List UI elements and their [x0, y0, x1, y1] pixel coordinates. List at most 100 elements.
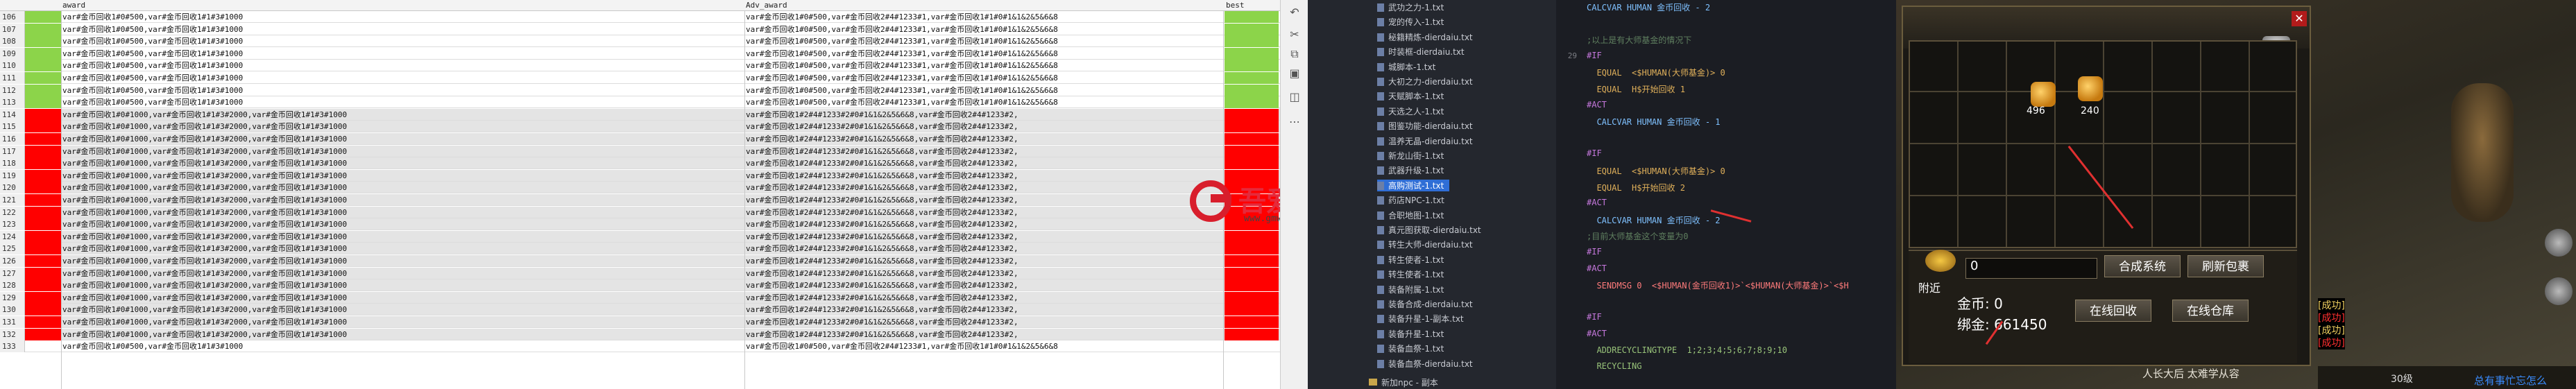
file-item[interactable]: 装备合成-dierdaiu.txt [1377, 298, 1473, 310]
table-row[interactable]: 130 var#金币回收1#0#1000,var#金币回收1#1#3#2000,v… [0, 304, 1280, 316]
code-line[interactable]: #ACT [1587, 100, 1607, 110]
row-number[interactable]: 113 [0, 96, 25, 109]
code-line[interactable]: ADDRECYCLINGTYPE 1;2;3;4;5;6;7;8;9;10 [1587, 345, 1787, 355]
best-cell[interactable] [1225, 72, 1279, 84]
code-line[interactable]: #IF [1587, 247, 1602, 257]
table-row[interactable]: 126 var#金币回收1#0#1000,var#金币回收1#1#3#2000,v… [0, 255, 1280, 267]
file-item[interactable]: 高购测试-1.txt [1377, 179, 1450, 191]
file-item[interactable]: 天赋脚本-1.txt [1377, 90, 1444, 102]
undo-icon[interactable]: ↶ [1288, 6, 1302, 19]
status-cell[interactable] [25, 72, 61, 84]
file-item[interactable]: 装备升星-1-副本.txt [1377, 313, 1464, 325]
table-row[interactable]: 121 var#金币回收1#0#1000,var#金币回收1#1#3#2000,v… [0, 194, 1280, 206]
format-icon[interactable]: ◫ [1288, 90, 1302, 104]
best-cell[interactable] [1225, 133, 1279, 145]
row-number[interactable]: 128 [0, 279, 25, 292]
best-cell[interactable] [1225, 328, 1279, 340]
table-row[interactable]: 115 var#金币回收1#0#1000,var#金币回收1#1#3#2000,v… [0, 121, 1280, 133]
best-cell[interactable] [1225, 121, 1279, 133]
adv-award-cell[interactable]: var#金币回收1#0#500,var#金币回收2#4#1233#1,var#金… [746, 48, 1058, 60]
table-row[interactable]: 132 var#金币回收1#0#1000,var#金币回收1#1#3#2000,v… [0, 328, 1280, 340]
code-line[interactable]: #ACT [1587, 198, 1607, 207]
table-row[interactable]: 119 var#金币回收1#0#1000,var#金币回收1#1#3#2000,v… [0, 169, 1280, 182]
row-number[interactable]: 132 [0, 328, 25, 340]
award-cell[interactable]: var#金币回收1#0#500,var#金币回收1#1#3#1000 [62, 85, 243, 96]
row-number[interactable]: 106 [0, 11, 25, 23]
status-cell[interactable] [25, 11, 61, 23]
code-line[interactable]: #ACT [1587, 329, 1607, 338]
file-item[interactable]: 武功之力-1.txt [1377, 1, 1444, 13]
adv-award-cell[interactable]: var#金币回收1#2#4#1233#2#0#1&1&2&5&6&8,var#金… [746, 329, 1018, 340]
folder-item[interactable]: 新加npc - 副本 [1369, 377, 1438, 388]
table-row[interactable]: 107 var#金币回收1#0#500,var#金币回收1#1#3#1000 var… [0, 23, 1280, 35]
adv-award-cell[interactable]: var#金币回收1#0#500,var#金币回收2#4#1233#1,var#金… [746, 340, 1058, 352]
award-cell[interactable]: var#金币回收1#0#1000,var#金币回收1#1#3#2000,var#… [62, 194, 347, 206]
code-line[interactable]: CALCVAR HUMAN 金币回收 - 1 [1587, 116, 1720, 128]
award-cell[interactable]: var#金币回收1#0#500,var#金币回收1#1#3#1000 [62, 72, 243, 84]
status-cell[interactable] [25, 47, 61, 60]
status-cell[interactable] [25, 121, 61, 133]
file-item[interactable]: 天选之人-1.txt [1377, 105, 1444, 117]
award-cell[interactable]: var#金币回收1#0#1000,var#金币回收1#1#3#2000,var#… [62, 268, 347, 279]
table-row[interactable]: 110 var#金币回收1#0#500,var#金币回收1#1#3#1000 var… [0, 60, 1280, 72]
code-line[interactable]: EQUAL H$开始回收 2 [1587, 182, 1684, 193]
adv-award-cell[interactable]: var#金币回收1#0#500,var#金币回收2#4#1233#1,var#金… [746, 72, 1058, 84]
file-item[interactable]: 药店NPC-1.txt [1377, 194, 1444, 206]
code-line[interactable]: #IF [1587, 51, 1602, 60]
best-cell[interactable] [1225, 47, 1279, 60]
status-cell[interactable] [25, 96, 61, 109]
store-online-button[interactable]: 在线仓库 [2172, 300, 2249, 322]
code-line[interactable]: #IF [1587, 312, 1602, 322]
status-cell[interactable] [25, 145, 61, 157]
row-number[interactable]: 122 [0, 206, 25, 218]
best-cell[interactable] [1225, 108, 1279, 121]
cut-icon[interactable]: ✂ [1288, 28, 1302, 42]
adv-award-cell[interactable]: var#金币回收1#2#4#1233#2#0#1&1&2&5&6&8,var#金… [746, 304, 1018, 315]
award-cell[interactable]: var#金币回收1#0#1000,var#金币回收1#1#3#2000,var#… [62, 109, 347, 121]
adv-award-cell[interactable]: var#金币回收1#0#500,var#金币回收2#4#1233#1,var#金… [746, 24, 1058, 35]
award-cell[interactable]: var#金币回收1#0#1000,var#金币回收1#1#3#2000,var#… [62, 146, 347, 157]
code-line[interactable]: EQUAL <$HUMAN(大师基金)> 0 [1587, 165, 1725, 177]
copy-icon[interactable]: ⧉ [1288, 47, 1302, 61]
award-cell[interactable]: var#金币回收1#0#500,var#金币回收1#1#3#1000 [62, 48, 243, 60]
spreadsheet[interactable]: award Adv_award best 106 var#金币回收1#0#500,… [0, 0, 1280, 389]
award-cell[interactable]: var#金币回收1#0#1000,var#金币回收1#1#3#2000,var#… [62, 121, 347, 132]
award-cell[interactable]: var#金币回收1#0#1000,var#金币回收1#1#3#2000,var#… [62, 207, 347, 218]
best-cell[interactable] [1225, 291, 1279, 304]
award-cell[interactable]: var#金币回收1#0#1000,var#金币回收1#1#3#2000,var#… [62, 304, 347, 315]
award-cell[interactable]: var#金币回收1#0#1000,var#金币回收1#1#3#2000,var#… [62, 157, 347, 169]
award-cell[interactable]: var#金币回收1#0#1000,var#金币回收1#1#3#2000,var#… [62, 279, 347, 291]
status-cell[interactable] [25, 60, 61, 72]
row-number[interactable]: 115 [0, 121, 25, 133]
row-number[interactable]: 110 [0, 60, 25, 72]
file-item[interactable]: 宠的传入-1.txt [1377, 16, 1444, 28]
adv-award-cell[interactable]: var#金币回收1#2#4#1233#2#0#1&1&2&5&6&8,var#金… [746, 170, 1018, 182]
code-line[interactable]: CALCVAR HUMAN 金币回收 - 2 [1587, 1, 1710, 13]
table-row[interactable]: 122 var#金币回收1#0#1000,var#金币回收1#1#3#2000,v… [0, 206, 1280, 218]
adv-award-cell[interactable]: var#金币回收1#2#4#1233#2#0#1&1&2&5&6&8,var#金… [746, 316, 1018, 328]
code-line[interactable]: #ACT [1587, 263, 1607, 273]
award-cell[interactable]: var#金币回收1#0#1000,var#金币回收1#1#3#2000,var#… [62, 243, 347, 254]
row-number[interactable]: 130 [0, 304, 25, 316]
gold-ore-icon[interactable] [2031, 82, 2056, 107]
file-item[interactable]: 装备血祭-dierdaiu.txt [1377, 358, 1473, 370]
table-row[interactable]: 128 var#金币回收1#0#1000,var#金币回收1#1#3#2000,v… [0, 279, 1280, 292]
status-cell[interactable] [25, 206, 61, 218]
code-line[interactable]: RECYCLING [1587, 361, 1641, 371]
adv-award-cell[interactable]: var#金币回收1#2#4#1233#2#0#1&1&2&5&6&8,var#金… [746, 194, 1018, 206]
file-item[interactable]: 新龙山街-1.txt [1377, 150, 1444, 162]
adv-award-cell[interactable]: var#金币回收1#2#4#1233#2#0#1&1&2&5&6&8,var#金… [746, 268, 1018, 279]
table-row[interactable]: 118 var#金币回收1#0#1000,var#金币回收1#1#3#2000,v… [0, 157, 1280, 170]
table-row[interactable]: 131 var#金币回收1#0#1000,var#金币回收1#1#3#2000,v… [0, 316, 1280, 328]
code-editor[interactable]: CALCVAR HUMAN 金币回收 - 2 ;以上是有大师基金的情况下 29 #IF… [1556, 0, 1896, 389]
row-number[interactable]: 112 [0, 84, 25, 96]
code-line[interactable]: #IF [1587, 148, 1602, 158]
file-item[interactable]: 装备附属-1.txt [1377, 284, 1444, 295]
row-number[interactable]: 126 [0, 255, 25, 267]
file-item[interactable]: 装备血祭-1.txt [1377, 343, 1444, 354]
table-row[interactable]: 106 var#金币回收1#0#500,var#金币回收1#1#3#1000 var… [0, 11, 1280, 23]
more-icon[interactable]: ⋯ [1288, 115, 1302, 129]
award-cell[interactable]: var#金币回收1#0#500,var#金币回收1#1#3#1000 [62, 60, 243, 71]
row-number[interactable]: 124 [0, 230, 25, 243]
table-row[interactable]: 111 var#金币回收1#0#500,var#金币回收1#1#3#1000 var… [0, 72, 1280, 84]
